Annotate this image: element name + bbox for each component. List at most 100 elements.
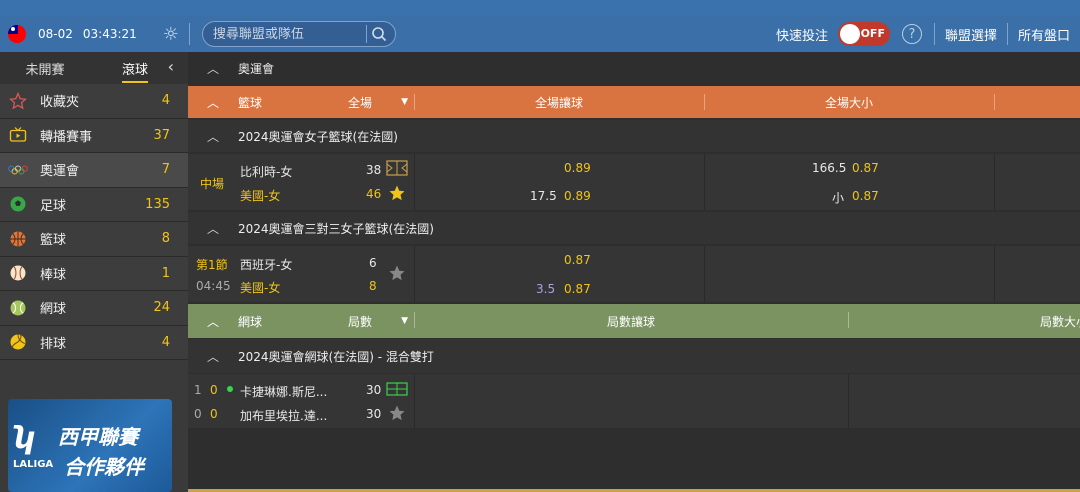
sidebar: 未開賽 滾球 ‹ 收藏夾 4 轉播賽事 37 奧運會 7 足球 135 籃球 8… (0, 52, 188, 492)
sidebar-item-broadcast[interactable]: 轉播賽事 37 (0, 118, 188, 153)
sidebar-item-count: 4 (161, 93, 170, 109)
chevron-up-icon[interactable]: ︿ (188, 348, 238, 365)
score-home: 38 (366, 163, 382, 177)
chevron-up-icon[interactable]: ︿ (188, 94, 238, 111)
league-header[interactable]: ︿ 2024奧運會網球(在法國) - 混合雙打 (188, 339, 1080, 373)
sidebar-item-label: 足球 (40, 198, 67, 214)
favorite-star-icon[interactable] (388, 264, 406, 282)
tennis-court-icon[interactable] (386, 382, 408, 396)
baseball-icon (8, 263, 28, 283)
match-row: 1 0 卡捷琳娜.斯尼... 30 0 0 加布里埃拉.達... 30 (188, 374, 1080, 428)
chevron-up-icon[interactable]: ︿ (188, 220, 238, 237)
match-row: 中場 比利時-女 38 美國-女 46 0.89 17.5 0.89 166.5… (188, 154, 1080, 210)
chevron-up-icon[interactable]: ︿ (188, 128, 238, 145)
match-status: 中場 (200, 177, 225, 191)
chevron-up-icon[interactable]: ︿ (188, 313, 238, 330)
sport-header-basketball: ︿ 籃球 全場 ▼ 全場讓球 全場大小 (188, 86, 1080, 118)
handicap-odds-away[interactable]: 0.87 (564, 282, 591, 296)
divider (188, 23, 190, 45)
league-title: 2024奧運會女子籃球(在法國) (238, 129, 398, 144)
toggle-state: OFF (860, 27, 885, 40)
sidebar-item-tennis[interactable]: 網球 24 (0, 291, 188, 326)
league-header[interactable]: ︿ 2024奧運會女子籃球(在法國) (188, 120, 1080, 152)
tab-upcoming-label: 未開賽 (25, 62, 65, 78)
divider (994, 246, 995, 302)
sidebar-item-count: 8 (161, 231, 170, 247)
sidebar-item-count: 4 (161, 334, 170, 350)
quick-bet-toggle[interactable]: OFF (837, 22, 890, 46)
divider (704, 246, 705, 302)
laliga-logo-icon: ʮ (14, 421, 35, 456)
basketball-court-icon[interactable] (386, 160, 408, 176)
period-label: 局數 (348, 314, 373, 329)
search-divider (365, 25, 367, 43)
team-away[interactable]: 美國-女 (240, 187, 280, 204)
all-markets-button[interactable]: 所有盤口 (1008, 25, 1080, 44)
category-header-olympics[interactable]: ︿ 奧運會 (188, 52, 1080, 84)
team-home[interactable]: 比利時-女 (240, 163, 292, 180)
sidebar-item-count: 135 (145, 196, 170, 212)
sidebar-item-olympics[interactable]: 奧運會 7 (0, 153, 188, 188)
under-odds[interactable]: 0.87 (852, 189, 879, 203)
league-title: 2024奧運會三對三女子籃球(在法國) (238, 221, 434, 236)
sport-name: 籃球 (238, 95, 263, 110)
current-date: 08-02 (38, 27, 73, 41)
main-content: ︿ 奧運會 ︿ 籃球 全場 ▼ 全場讓球 全場大小 ︿ 2024奧運會女子籃球(在… (188, 52, 1080, 492)
taiwan-flag-icon[interactable] (8, 25, 26, 43)
toggle-knob (839, 24, 860, 44)
games-home: 0 (210, 383, 218, 397)
tab-upcoming[interactable]: 未開賽 (0, 59, 90, 78)
handicap-odds-home[interactable]: 0.87 (564, 253, 591, 267)
column-header-handicap: 局數讓球 (606, 314, 655, 329)
sidebar-item-baseball[interactable]: 棒球 1 (0, 256, 188, 291)
tab-live-label: 滾球 (121, 62, 148, 83)
search-box (201, 21, 396, 47)
serving-indicator (227, 386, 233, 392)
sidebar-item-favorites[interactable]: 收藏夾 4 (0, 84, 188, 119)
search-icon[interactable] (371, 26, 387, 42)
under-label: 小 (832, 191, 845, 205)
period-selector[interactable]: 全場 ▼ (348, 94, 408, 111)
column-header-over-under: 全場大小 (824, 95, 873, 110)
period-selector[interactable]: 局數 ▼ (348, 313, 408, 330)
league-title: 2024奧運會網球(在法國) - 混合雙打 (238, 349, 434, 364)
chevron-up-icon[interactable]: ︿ (188, 60, 238, 77)
handicap-odds-home[interactable]: 0.89 (564, 161, 591, 175)
divider (414, 246, 415, 302)
category-title: 奧運會 (238, 61, 275, 76)
banner-line2: 合作夥伴 (64, 455, 144, 479)
star-icon (8, 91, 28, 111)
sidebar-item-basketball[interactable]: 籃球 8 (0, 222, 188, 257)
tv-icon (8, 125, 28, 145)
sidebar-item-count: 37 (153, 127, 170, 143)
score-home: 6 (369, 256, 377, 270)
team-away[interactable]: 美國-女 (240, 279, 280, 296)
team-home[interactable]: 西班牙-女 (240, 256, 292, 273)
sidebar-item-label: 奧運會 (40, 164, 80, 180)
help-icon[interactable]: ? (901, 24, 922, 44)
over-odds[interactable]: 0.87 (852, 161, 879, 175)
league-select-button[interactable]: 聯盟選擇 (935, 25, 1007, 44)
handicap-line-away: 3.5 (536, 282, 556, 296)
sidebar-tabs: 未開賽 滾球 ‹ (0, 52, 188, 84)
divider (848, 374, 849, 428)
laliga-partner-banner[interactable]: ʮ 西甲聯賽 合作夥伴 LALIGA (8, 399, 172, 492)
sidebar-item-soccer[interactable]: 足球 135 (0, 187, 188, 222)
player-home[interactable]: 卡捷琳娜.斯尼... (240, 383, 327, 400)
favorite-star-icon[interactable] (388, 404, 406, 422)
league-header[interactable]: ︿ 2024奧運會三對三女子籃球(在法國) (188, 212, 1080, 244)
divider (994, 94, 995, 110)
handicap-odds-away[interactable]: 0.89 (564, 189, 591, 203)
sun-icon[interactable]: ☼ (163, 24, 179, 45)
favorite-star-icon[interactable] (388, 184, 406, 202)
tab-live[interactable]: 滾球 (90, 59, 180, 83)
player-away[interactable]: 加布里埃拉.達... (240, 407, 327, 424)
search-input[interactable] (212, 26, 363, 42)
banner-line1: 西甲聯賽 (58, 425, 138, 449)
handicap-line-away: 17.5 (530, 189, 557, 203)
basketball-icon (8, 229, 28, 249)
sidebar-item-count: 24 (153, 300, 170, 316)
collapse-chevron-icon[interactable]: ‹ (168, 57, 174, 76)
sidebar-item-volleyball[interactable]: 排球 4 (0, 325, 188, 360)
sidebar-item-label: 籃球 (40, 233, 67, 249)
